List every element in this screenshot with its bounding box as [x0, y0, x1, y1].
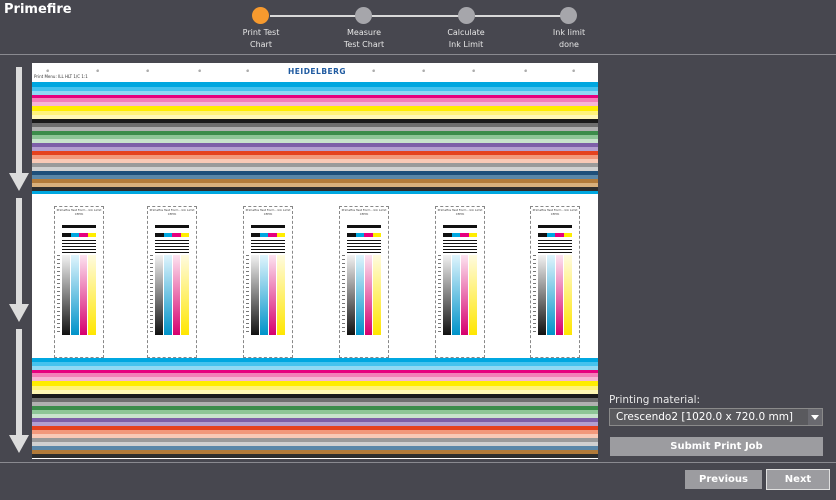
- printing-material-value: Crescendo2 [1020.0 x 720.0 mm]: [616, 411, 794, 423]
- step-3-label: Calculate Ink Limit: [447, 28, 485, 49]
- ink-limit-strip: Primefire Test Form - Ink Limit CMYK: [339, 206, 389, 358]
- previous-button[interactable]: Previous: [685, 470, 762, 489]
- ink-limit-strip: Primefire Test Form - Ink Limit CMYK: [243, 206, 293, 358]
- footer-divider: [0, 462, 836, 463]
- ink-limit-strip: Primefire Test Form - Ink Limit CMYK: [147, 206, 197, 358]
- feed-direction-arrow-icon: [9, 67, 29, 191]
- ink-limit-strip: Primefire Test Form - Ink Limit CMYK: [435, 206, 485, 358]
- registration-mark-icon: ⊕: [46, 68, 50, 73]
- ink-limit-strip: Primefire Test Form - Ink Limit CMYK: [530, 206, 580, 358]
- color-bars-top: [32, 82, 598, 194]
- progress-stepper: Print Test Chart Measure Test Chart Calcul…: [0, 0, 836, 55]
- step-connector: [372, 14, 465, 17]
- feed-direction-arrow-icon: [9, 198, 29, 322]
- registration-mark-icon: ⊕: [198, 68, 202, 73]
- registration-mark-icon: ⊕: [372, 68, 376, 73]
- printing-material-select[interactable]: Crescendo2 [1020.0 x 720.0 mm]: [609, 408, 823, 426]
- registration-mark-icon: ⊕: [524, 68, 528, 73]
- printing-material-label: Printing material:: [609, 394, 701, 406]
- step-4-indicator: [560, 7, 577, 24]
- registration-mark-icon: ⊕: [572, 68, 576, 73]
- registration-mark-icon: ⊕: [472, 68, 476, 73]
- step-1-indicator: [252, 7, 269, 24]
- step-connector: [270, 14, 363, 17]
- submit-print-job-button[interactable]: Submit Print Job: [610, 437, 823, 456]
- feed-direction-arrow-icon: [9, 329, 29, 453]
- chart-header-text: Print Menu: ILL HLT 1/C 1:1: [34, 74, 88, 79]
- ink-limit-strip: Primefire Test Form - Ink Limit CMYK: [54, 206, 104, 358]
- step-2-label: Measure Test Chart: [343, 28, 385, 49]
- registration-mark-icon: ⊕: [96, 68, 100, 73]
- test-chart-preview: Print Menu: ILL HLT 1/C 1:1 HEIDELBERG ⊕…: [32, 63, 598, 459]
- registration-mark-icon: ⊕: [146, 68, 150, 73]
- header-divider: [0, 54, 836, 55]
- step-3-indicator: [458, 7, 475, 24]
- step-connector: [475, 14, 568, 17]
- registration-mark-icon: ⊕: [422, 68, 426, 73]
- color-bars-bottom: [32, 358, 598, 458]
- chevron-down-icon[interactable]: [808, 409, 822, 425]
- step-2-indicator: [355, 7, 372, 24]
- next-button[interactable]: Next: [766, 469, 830, 490]
- registration-mark-icon: ⊕: [246, 68, 250, 73]
- step-1-label: Print Test Chart: [242, 28, 280, 49]
- heidelberg-logo: HEIDELBERG: [288, 67, 347, 76]
- step-4-label: Ink limit done: [552, 28, 586, 49]
